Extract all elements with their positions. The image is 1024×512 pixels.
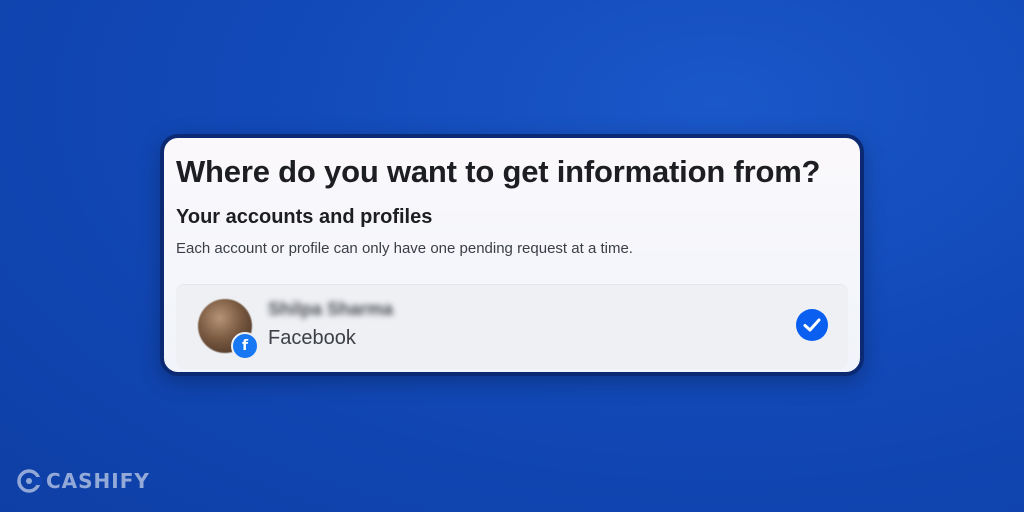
dialog-title: Where do you want to get information fro… — [176, 154, 821, 189]
watermark-text: CASHIFY — [46, 469, 150, 493]
cashify-logo-icon — [17, 469, 42, 493]
checkmark-circle-icon[interactable] — [796, 309, 828, 341]
section-heading: Your accounts and profiles — [176, 206, 433, 228]
account-platform: Facebook — [268, 327, 356, 349]
information-source-dialog: Where do you want to get information fro… — [160, 134, 864, 376]
pending-request-note: Each account or profile can only have on… — [176, 240, 633, 257]
account-name: Shilpa Sharma — [268, 299, 394, 319]
facebook-icon: f — [231, 332, 259, 360]
cashify-watermark: CASHIFY — [16, 468, 150, 494]
account-option-facebook[interactable]: f Shilpa Sharma Facebook — [176, 284, 848, 369]
